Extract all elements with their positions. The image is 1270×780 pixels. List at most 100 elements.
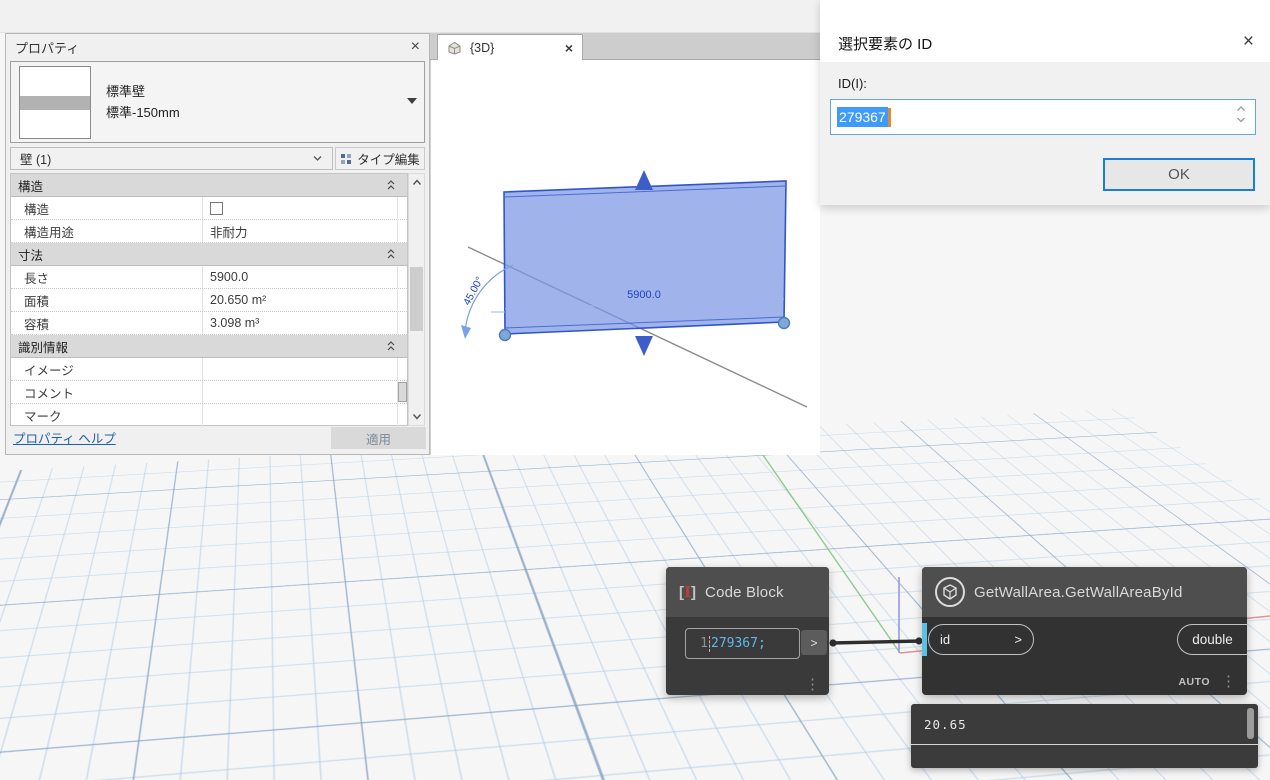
code-text[interactable]: 279367;	[711, 636, 766, 651]
comment-browse-button[interactable]	[398, 382, 407, 402]
wire-codeblock-to-getwallarea[interactable]	[832, 641, 921, 643]
code-block-node[interactable]: [I] Code Block 1 279367; > ⋮	[666, 567, 829, 695]
properties-help-link[interactable]: プロパティ ヘルプ	[13, 428, 116, 447]
code-line-number: 1	[686, 636, 708, 651]
code-block-output-port[interactable]: >	[801, 630, 827, 655]
dialog-title: 選択要素の ID	[838, 33, 932, 54]
revit-3d-viewport[interactable]: 5900.0 45.00°	[430, 60, 820, 455]
getwallarea-node[interactable]: GetWallArea.GetWallAreaById id > double …	[922, 567, 1247, 695]
id-input[interactable]: 279367	[830, 99, 1256, 135]
id-field-label: ID(I):	[838, 76, 867, 91]
param-value-comment[interactable]	[203, 381, 397, 403]
preview-footer	[911, 745, 1258, 768]
dimension-label[interactable]: 5900.0	[627, 289, 661, 301]
spinner-up-icon[interactable]	[1236, 106, 1246, 112]
param-value-mark[interactable]	[203, 404, 397, 427]
structural-checkbox[interactable]	[210, 202, 223, 215]
text-caret	[709, 636, 710, 652]
input-port-arrow: >	[1014, 632, 1022, 647]
properties-close-icon[interactable]: ×	[411, 39, 420, 55]
wall-section-band	[20, 96, 90, 110]
type-selector[interactable]: 標準壁 標準-150mm	[10, 61, 425, 143]
code-block-title: Code Block	[705, 584, 784, 601]
properties-panel: プロパティ × 標準壁 標準-150mm 壁 (1) タイプ編集 構造	[5, 33, 430, 455]
collapse-chevrons-icon	[386, 179, 396, 191]
scrollbar-up-icon[interactable]	[412, 179, 422, 186]
section-header-structure[interactable]: 構造	[11, 174, 407, 197]
element-id-dialog: 選択要素の ID × ID(I): 279367 OK	[820, 0, 1270, 205]
scrollbar-down-icon[interactable]	[412, 413, 422, 420]
angle-arrowhead	[461, 325, 471, 339]
section-header-dimensions[interactable]: 寸法	[11, 243, 407, 266]
input-port-label: id	[940, 632, 950, 647]
tab-3d-view[interactable]: {3D} ×	[437, 34, 583, 60]
spinner-down-icon[interactable]	[1236, 117, 1246, 123]
tab-close-icon[interactable]: ×	[565, 40, 573, 56]
table-row: 長さ 5900.0	[11, 266, 407, 289]
custom-node-icon	[935, 577, 965, 607]
type-preview-thumbnail	[19, 66, 91, 139]
table-row: コメント	[11, 381, 407, 404]
getwallarea-menu-icon[interactable]: ⋮	[1221, 675, 1236, 688]
3d-view-icon	[447, 41, 462, 55]
param-value-structural-usage[interactable]: 非耐力	[203, 220, 397, 242]
table-row: 構造用途 非耐力	[11, 220, 407, 243]
edit-type-label: タイプ編集	[357, 149, 420, 168]
param-value-structural[interactable]	[203, 197, 397, 219]
getwallarea-output-port[interactable]: double	[1177, 624, 1247, 655]
chevron-down-icon	[312, 154, 323, 163]
apply-button[interactable]: 適用	[331, 427, 426, 449]
input-port-connected-marker	[922, 623, 927, 656]
output-port-label: double	[1192, 632, 1233, 647]
getwallarea-header[interactable]: GetWallArea.GetWallAreaById	[922, 567, 1247, 617]
code-block-icon: [I]	[679, 583, 696, 601]
dialog-close-icon[interactable]: ×	[1243, 31, 1254, 53]
flip-arrow-top-icon[interactable]	[635, 170, 653, 190]
ok-button[interactable]: OK	[1103, 158, 1255, 191]
id-input-caret	[888, 108, 891, 127]
section-header-identity[interactable]: 識別情報	[11, 335, 407, 358]
type-name: 標準-150mm	[106, 102, 180, 123]
id-input-selected-text: 279367	[837, 107, 888, 127]
edit-type-icon	[340, 153, 352, 165]
table-row: イメージ	[11, 358, 407, 381]
wall-end-grip-right[interactable]	[779, 318, 790, 329]
preview-value: 20.65	[924, 717, 967, 732]
param-value-volume[interactable]: 3.098 m³	[203, 312, 397, 334]
table-row: 構造	[11, 197, 407, 220]
parameter-table: 構造 構造 構造用途 非耐力 寸法 長さ 5900.0 面積 20.650 m²	[10, 173, 408, 426]
node-preview-bubble[interactable]: 20.65	[911, 704, 1258, 768]
table-row: 面積 20.650 m²	[11, 289, 407, 312]
param-value-length[interactable]: 5900.0	[203, 266, 397, 288]
properties-scrollbar[interactable]	[408, 173, 425, 426]
table-row: 容積 3.098 m³	[11, 312, 407, 335]
revit-window-strip	[0, 0, 820, 33]
flip-arrow-bottom-icon[interactable]	[635, 336, 653, 356]
scrollbar-thumb[interactable]	[410, 267, 423, 331]
wire-start-knob	[829, 639, 836, 646]
collapse-chevrons-icon	[386, 340, 396, 352]
param-value-area[interactable]: 20.650 m²	[203, 289, 397, 311]
family-name: 標準壁	[106, 81, 180, 102]
selection-filter-label: 壁 (1)	[20, 149, 51, 168]
selected-wall[interactable]	[504, 181, 786, 334]
wall-end-grip-left[interactable]	[500, 330, 511, 341]
tab-3d-label: {3D}	[470, 41, 494, 55]
type-selector-dropdown-icon[interactable]	[407, 98, 417, 104]
angle-label[interactable]: 45.00°	[461, 275, 486, 308]
viewport-drawing: 5900.0 45.00°	[431, 60, 821, 455]
properties-panel-title: プロパティ	[15, 38, 79, 57]
getwallarea-title: GetWallArea.GetWallAreaById	[974, 584, 1183, 601]
table-row: マーク	[11, 404, 407, 427]
lacing-mode-label[interactable]: AUTO	[1178, 676, 1210, 688]
selection-filter-combo[interactable]: 壁 (1)	[10, 147, 333, 170]
edit-type-button[interactable]: タイプ編集	[335, 147, 425, 170]
code-block-menu-icon[interactable]: ⋮	[805, 678, 820, 691]
view-tab-bar: {3D} ×	[430, 33, 820, 60]
preview-scrollbar-thumb[interactable]	[1247, 708, 1254, 739]
param-value-image[interactable]	[203, 358, 397, 380]
collapse-chevrons-icon	[386, 248, 396, 260]
getwallarea-input-port[interactable]: id >	[928, 624, 1034, 655]
code-block-editor[interactable]: 1 279367;	[685, 628, 800, 659]
code-block-header[interactable]: [I] Code Block	[666, 567, 829, 617]
